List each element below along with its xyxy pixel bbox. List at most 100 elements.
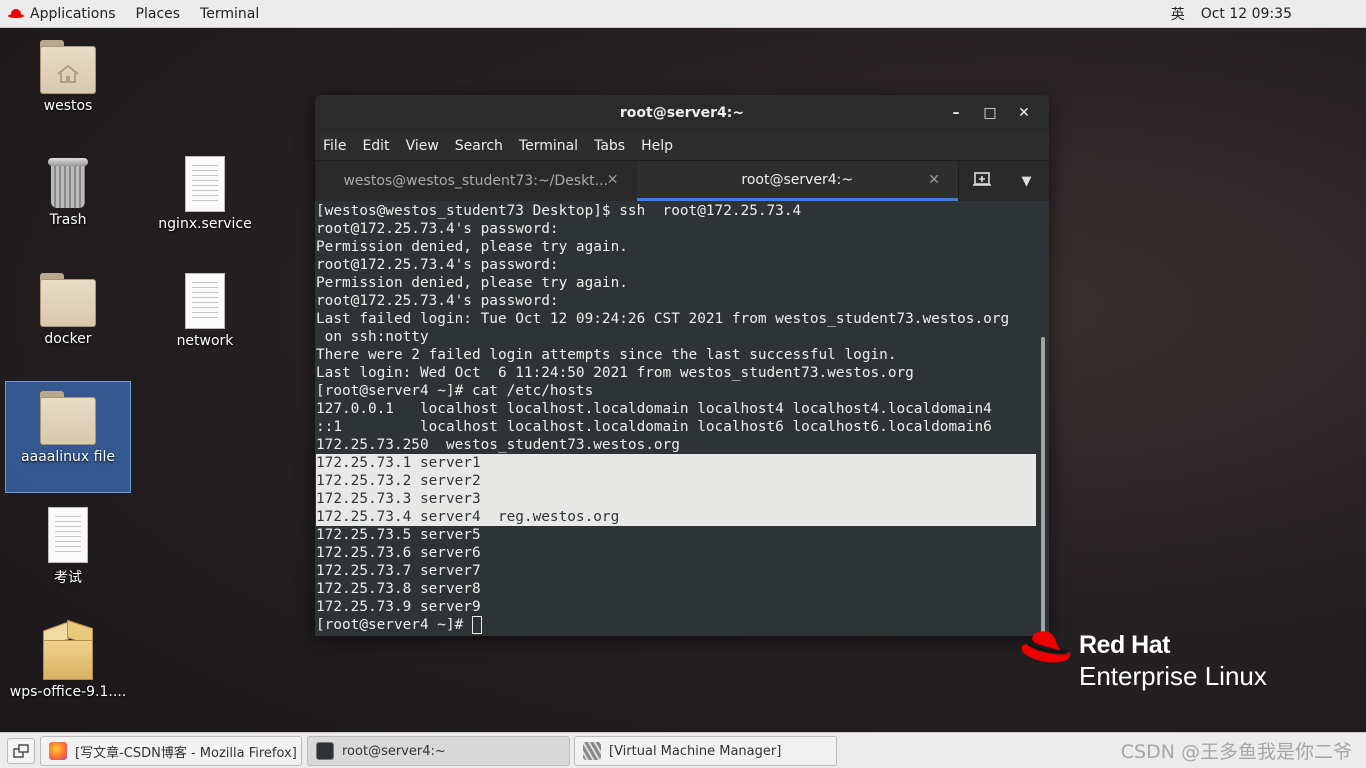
terminal-line: 127.0.0.1 localhost localhost.localdomai… — [316, 400, 992, 418]
window-titlebar[interactable]: root@server4:~ – □ ✕ — [315, 95, 1049, 131]
desktop-icon-label: nginx.service — [158, 216, 252, 232]
terminal-line: 172.25.73.7 server7 — [316, 562, 481, 580]
desktop-icon-aaaalinux-file[interactable]: aaaalinux file — [5, 381, 131, 493]
terminal-line-text: [westos@westos_student73 Desktop]$ ssh r… — [316, 203, 802, 219]
taskbar-item-firefox[interactable]: [写文章-CSDN博客 - Mozilla Firefox] — [40, 736, 302, 766]
tab-root-server4[interactable]: root@server4:~ ✕ — [636, 161, 958, 201]
terminal-line: root@172.25.73.4's password: — [316, 256, 559, 274]
redhat-logo-icon — [1021, 631, 1071, 663]
folder-icon — [40, 391, 96, 445]
terminal-output[interactable]: [westos@westos_student73 Desktop]$ ssh r… — [315, 201, 1049, 636]
terminal-line: on ssh:notty — [316, 328, 429, 346]
minimize-icon[interactable]: – — [939, 105, 973, 121]
desktop-icon-westos-home[interactable]: westos — [5, 40, 131, 114]
terminal-line-text: root@172.25.73.4's password: — [316, 221, 559, 237]
bottom-taskbar: [写文章-CSDN博客 - Mozilla Firefox] root@serv… — [0, 732, 1366, 768]
redhat-enterprise-linux-logo: Red Hat Enterprise Linux — [1020, 628, 1290, 694]
taskbar-item-terminal[interactable]: root@server4:~ — [307, 736, 570, 766]
terminal-line-text: Permission denied, please try again. — [316, 239, 628, 255]
folder-icon — [40, 273, 96, 327]
terminal-line: 172.25.73.4 server4 reg.westos.org — [316, 508, 619, 526]
terminal-line-text: 172.25.73.3 server3 — [316, 491, 481, 507]
input-method-indicator[interactable]: 英 — [1163, 4, 1193, 24]
terminal-line-text: root@172.25.73.4's password: — [316, 293, 559, 309]
menu-tabs[interactable]: Tabs — [586, 138, 633, 154]
terminal-line-text: 172.25.73.8 server8 — [316, 581, 481, 597]
terminal-line: [root@server4 ~]# — [316, 616, 482, 634]
terminal-line-text: 172.25.73.9 server9 — [316, 599, 481, 615]
terminal-line: Last failed login: Tue Oct 12 09:24:26 C… — [316, 310, 1009, 328]
menu-search[interactable]: Search — [447, 138, 511, 154]
redhat-icon — [8, 8, 24, 19]
terminal-line-text: root@172.25.73.4's password: — [316, 257, 559, 273]
logo-line-1: Red Hat — [1079, 631, 1170, 659]
tab-label: westos@westos_student73:~/Deskt... — [343, 173, 609, 189]
new-tab-icon[interactable] — [959, 171, 1004, 191]
terminal-line: [root@server4 ~]# cat /etc/hosts — [316, 382, 593, 400]
text-file-icon — [185, 273, 225, 329]
desktop-icon-label: wps-office-9.1.... — [9, 684, 127, 700]
menu-terminal[interactable]: Terminal — [511, 138, 586, 154]
home-folder-icon — [40, 40, 96, 94]
tab-menu-chevron-down-icon[interactable]: ▼ — [1004, 174, 1049, 189]
places-menu[interactable]: Places — [126, 0, 191, 28]
desktop-icon-trash[interactable]: Trash — [5, 156, 131, 228]
package-icon — [41, 619, 95, 680]
desktop-icon-label: westos — [43, 98, 93, 114]
text-file-icon — [185, 156, 225, 212]
taskbar-item-label: root@server4:~ — [342, 743, 446, 759]
tab-westos-desktop[interactable]: westos@westos_student73:~/Deskt... ✕ — [315, 161, 637, 201]
applications-label: Applications — [30, 5, 116, 22]
power-battery-icon[interactable]: ? — [1347, 6, 1363, 22]
desktop-icon-label: 考试 — [54, 570, 82, 586]
desktop-icon-label: Trash — [49, 212, 87, 228]
terminal-line: root@172.25.73.4's password: — [316, 292, 559, 310]
terminal-line: root@172.25.73.4's password: — [316, 220, 559, 238]
taskbar-item-label: [写文章-CSDN博客 - Mozilla Firefox] — [75, 745, 297, 761]
applications-menu[interactable]: Applications — [0, 0, 126, 28]
desktop-icon-network[interactable]: network — [142, 273, 268, 349]
desktop-icon-docker[interactable]: docker — [5, 273, 131, 347]
desktop-icon-label: aaaalinux file — [21, 449, 115, 465]
menu-view[interactable]: View — [398, 138, 447, 154]
menu-file[interactable]: File — [315, 138, 354, 154]
desktop-icon-exam[interactable]: 考试 — [5, 507, 131, 587]
trash-icon — [48, 158, 88, 208]
close-icon[interactable]: ✕ — [1007, 105, 1041, 121]
clock[interactable]: Oct 12 09:35 — [1193, 6, 1300, 22]
terminal-line-text: 172.25.73.7 server7 — [316, 563, 481, 579]
maximize-icon[interactable]: □ — [973, 105, 1007, 121]
desktop-icon-wps-office[interactable]: wps-office-9.1.... — [5, 619, 131, 700]
terminal-window[interactable]: root@server4:~ – □ ✕ File Edit View Sear… — [315, 95, 1049, 636]
terminal-cursor — [471, 616, 482, 634]
terminal-line-text: ::1 localhost localhost.localdomain loca… — [316, 419, 992, 435]
terminal-line-text: 172.25.73.250 westos_student73.westos.or… — [316, 437, 680, 453]
taskbar-item-virt-manager[interactable]: [Virtual Machine Manager] — [574, 736, 837, 766]
volume-muted-icon[interactable] — [1325, 6, 1341, 22]
terminal-line-text: Last failed login: Tue Oct 12 09:24:26 C… — [316, 311, 1010, 327]
wifi-icon[interactable] — [1303, 6, 1319, 22]
desktop-icon-nginx-service[interactable]: nginx.service — [142, 156, 268, 232]
csdn-watermark: CSDN @王多鱼我是你二爷 — [1120, 741, 1352, 763]
virt-manager-icon — [583, 742, 601, 760]
terminal-line: 172.25.73.1 server1 — [316, 454, 481, 472]
tab-close-icon[interactable]: ✕ — [928, 172, 940, 188]
desktop-icon-label: docker — [44, 331, 92, 347]
terminal-line: Last login: Wed Oct 6 11:24:50 2021 from… — [316, 364, 914, 382]
terminal-line: ::1 localhost localhost.localdomain loca… — [316, 418, 992, 436]
menu-help[interactable]: Help — [633, 138, 681, 154]
terminal-line: 172.25.73.3 server3 — [316, 490, 481, 508]
terminal-tabbar: westos@westos_student73:~/Deskt... ✕ roo… — [315, 160, 1049, 201]
tab-close-icon[interactable]: ✕ — [607, 172, 619, 188]
terminal-line: [westos@westos_student73 Desktop]$ ssh r… — [316, 202, 801, 220]
terminal-app-menu[interactable]: Terminal — [190, 0, 269, 28]
tab-label: root@server4:~ — [741, 171, 854, 188]
scrollbar[interactable] — [1041, 337, 1045, 636]
terminal-line-text: on ssh:notty — [316, 329, 429, 345]
taskbar-item-label: [Virtual Machine Manager] — [609, 743, 782, 759]
menu-edit[interactable]: Edit — [354, 138, 397, 154]
terminal-line: 172.25.73.6 server6 — [316, 544, 481, 562]
show-desktop-icon[interactable] — [7, 737, 35, 764]
logo-line-2: Enterprise Linux — [1079, 661, 1267, 691]
terminal-line: 172.25.73.250 westos_student73.westos.or… — [316, 436, 680, 454]
